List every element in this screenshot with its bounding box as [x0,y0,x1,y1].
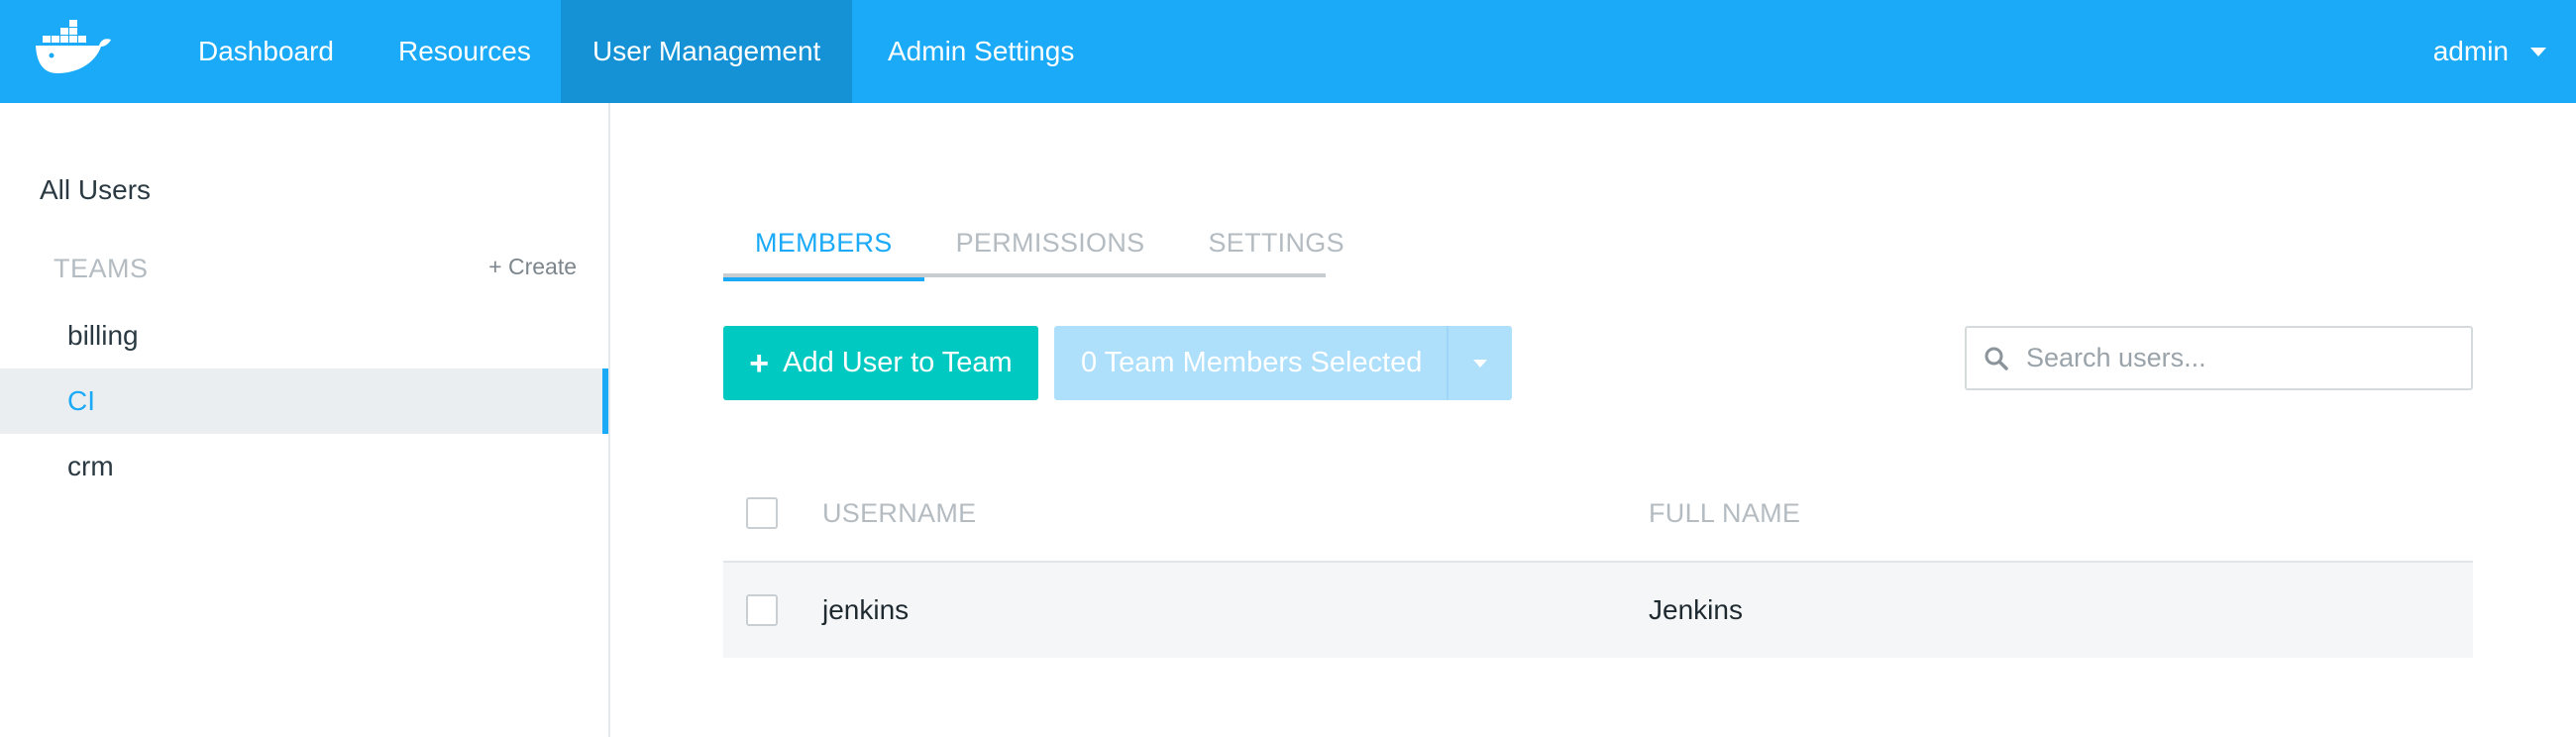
search-input[interactable] [2026,328,2471,388]
team-label: billing [67,320,139,351]
row-full-name: Jenkins [1649,594,1743,625]
row-username: jenkins [822,594,910,625]
tab-permissions[interactable]: PERMISSIONS [924,208,1177,277]
docker-whale-icon[interactable] [34,20,113,75]
team-label: CI [67,385,95,416]
table-row[interactable]: jenkins Jenkins [723,563,2473,658]
chevron-down-icon [2530,47,2546,56]
chevron-down-icon [1473,359,1487,368]
nav-dashboard[interactable]: Dashboard [166,0,366,103]
row-select-cell [723,594,822,626]
members-table: USERNAME FULL NAME jenkins Jenkins [723,466,2473,658]
table-header: USERNAME FULL NAME [723,466,2473,563]
nav-admin-settings[interactable]: Admin Settings [856,0,1106,103]
teams-heading: TEAMS [54,254,149,283]
nav-resources[interactable]: Resources [367,0,563,103]
team-tabs: MEMBERS PERMISSIONS SETTINGS [723,208,1344,281]
column-header-username[interactable]: USERNAME [822,498,1649,529]
selected-actions-dropdown[interactable] [1447,326,1512,400]
top-navbar: Dashboard Resources User Management Admi… [0,0,2576,103]
team-label: crm [67,451,114,481]
row-checkbox[interactable] [746,594,778,626]
search-users-field [1965,326,2473,390]
sidebar-item-team-billing[interactable]: billing [0,303,608,368]
tab-settings[interactable]: SETTINGS [1176,208,1375,277]
user-name: admin [2432,36,2509,66]
add-user-label: Add User to Team [783,347,1013,378]
search-icon [1967,329,2026,388]
selected-count-label: 0 Team Members Selected [1081,347,1423,378]
sidebar-item-team-crm[interactable]: crm [0,434,608,499]
nav-user-management[interactable]: User Management [561,0,853,103]
add-user-to-team-button[interactable]: + Add User to Team [723,326,1038,400]
plus-icon: + [749,344,770,382]
column-header-full-name[interactable]: FULL NAME [1649,498,2473,529]
user-menu[interactable]: admin [2433,0,2546,103]
select-all-checkbox[interactable] [746,497,778,529]
sidebar-item-team-ci[interactable]: CI [0,368,608,434]
create-team-link[interactable]: + Create [488,254,577,280]
team-members-selected-button[interactable]: 0 Team Members Selected [1054,326,1512,400]
select-all-cell [723,497,822,529]
sidebar-item-all-users[interactable]: All Users [40,174,151,206]
tab-members[interactable]: MEMBERS [723,208,924,281]
sidebar: All Users TEAMS + Create billing CI crm [0,103,610,737]
